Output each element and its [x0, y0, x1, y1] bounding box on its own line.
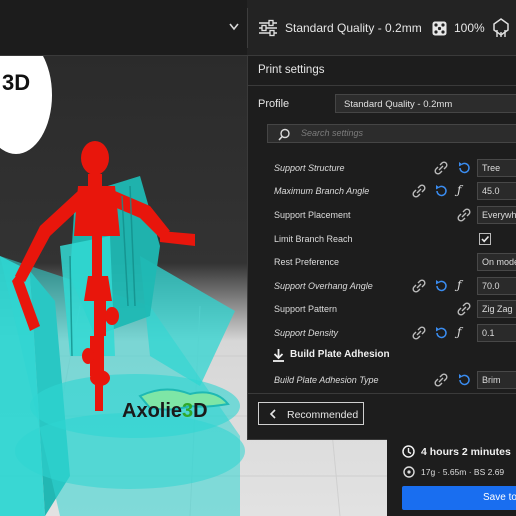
adhesion-section-icon	[273, 349, 284, 362]
setting-row-rest-preference[interactable]: Rest Preference On model	[248, 253, 516, 273]
infill-percentage-label[interactable]: 100%	[454, 21, 485, 35]
setting-value-field[interactable]: 0.1	[477, 324, 516, 342]
link-icon[interactable]	[434, 373, 448, 387]
toolbar-divider	[247, 8, 248, 48]
setting-label: Rest Preference	[274, 257, 340, 267]
setting-row-adhesion-type[interactable]: Build Plate Adhesion Type Brim	[248, 371, 516, 391]
setting-label: Maximum Branch Angle	[274, 186, 370, 196]
panel-title: Print settings	[258, 64, 325, 76]
setting-value-dropdown[interactable]: Everywhere	[477, 206, 516, 224]
search-settings-input[interactable]: Search settings	[267, 124, 516, 143]
setting-label: Limit Branch Reach	[274, 234, 353, 244]
top-toolbar: Standard Quality - 0.2mm 100%	[0, 0, 516, 56]
profile-dropdown-value: Standard Quality - 0.2mm	[344, 99, 453, 110]
setting-row-support-pattern[interactable]: Support Pattern Zig Zag	[248, 300, 516, 320]
setting-row-limit-branch-reach[interactable]: Limit Branch Reach	[248, 230, 516, 250]
recommended-label: Recommended	[287, 409, 359, 421]
setting-label: Support Structure	[274, 163, 345, 173]
print-time-label: 4 hours 2 minutes	[421, 446, 511, 458]
setting-row-support-density[interactable]: Support Density ƒ 0.1	[248, 324, 516, 344]
spool-icon	[403, 466, 415, 478]
chevron-down-icon	[229, 23, 239, 31]
setting-label: Support Density	[274, 328, 339, 338]
section-build-plate-adhesion[interactable]: Build Plate Adhesion	[248, 344, 516, 366]
link-icon[interactable]	[457, 208, 471, 222]
setting-row-max-branch-angle[interactable]: Maximum Branch Angle ƒ 45.0	[248, 182, 516, 202]
section-title: Build Plate Adhesion	[290, 349, 390, 360]
link-icon[interactable]	[412, 326, 426, 340]
reset-icon[interactable]	[434, 279, 448, 293]
reset-icon[interactable]	[457, 373, 471, 387]
search-placeholder: Search settings	[301, 128, 364, 138]
link-icon[interactable]	[434, 161, 448, 175]
function-icon[interactable]: ƒ	[457, 278, 471, 292]
setting-row-support-placement[interactable]: Support Placement Everywhere	[248, 206, 516, 226]
setting-value-dropdown[interactable]: Brim	[477, 371, 516, 389]
search-icon	[278, 128, 290, 141]
limit-branch-reach-checkbox[interactable]	[479, 233, 491, 245]
model-logo-text: Axolie3D	[122, 400, 208, 422]
link-icon[interactable]	[457, 302, 471, 316]
setting-value-field[interactable]: 70.0	[477, 277, 516, 295]
link-icon[interactable]	[412, 184, 426, 198]
support-icon	[493, 18, 509, 37]
logo-badge-text: 3D	[2, 70, 31, 95]
profile-dropdown[interactable]: Standard Quality - 0.2mm	[335, 94, 516, 113]
divider	[248, 393, 516, 394]
print-estimate-panel: 4 hours 2 minutes 17g · 5.65m · BS 2.69 …	[387, 438, 516, 516]
recommended-button[interactable]: Recommended	[258, 402, 364, 425]
setting-label: Support Pattern	[274, 304, 338, 314]
reset-icon[interactable]	[434, 326, 448, 340]
print-quality-label[interactable]: Standard Quality - 0.2mm	[285, 21, 422, 35]
print-settings-panel: Print settings Profile Standard Quality …	[247, 55, 516, 440]
setting-value-dropdown[interactable]: Tree	[477, 159, 516, 177]
sliders-icon[interactable]	[258, 18, 278, 38]
chevron-left-icon	[269, 409, 276, 419]
setting-row-support-structure[interactable]: Support Structure Tree	[248, 159, 516, 179]
clock-icon	[402, 445, 415, 458]
save-label: Save to	[483, 492, 516, 503]
function-icon[interactable]: ƒ	[457, 325, 471, 339]
setting-value-dropdown[interactable]: On model	[477, 253, 516, 271]
setting-label: Build Plate Adhesion Type	[274, 375, 379, 385]
profile-label: Profile	[258, 98, 290, 110]
checkmark-icon	[481, 235, 490, 243]
reset-icon[interactable]	[457, 161, 471, 175]
printer-selector[interactable]	[0, 0, 247, 55]
setting-label: Support Overhang Angle	[274, 281, 373, 291]
setting-row-support-overhang-angle[interactable]: Support Overhang Angle ƒ 70.0	[248, 277, 516, 297]
divider	[248, 85, 516, 86]
setting-value-field[interactable]: 45.0	[477, 182, 516, 200]
material-estimate-label: 17g · 5.65m · BS 2.69	[421, 467, 505, 477]
function-icon[interactable]: ƒ	[457, 183, 471, 197]
reset-icon[interactable]	[434, 184, 448, 198]
link-icon[interactable]	[412, 279, 426, 293]
infill-dice-icon	[432, 21, 447, 36]
setting-value-dropdown[interactable]: Zig Zag	[477, 300, 516, 318]
save-to-disk-button[interactable]: Save to	[402, 486, 516, 510]
setting-label: Support Placement	[274, 210, 351, 220]
